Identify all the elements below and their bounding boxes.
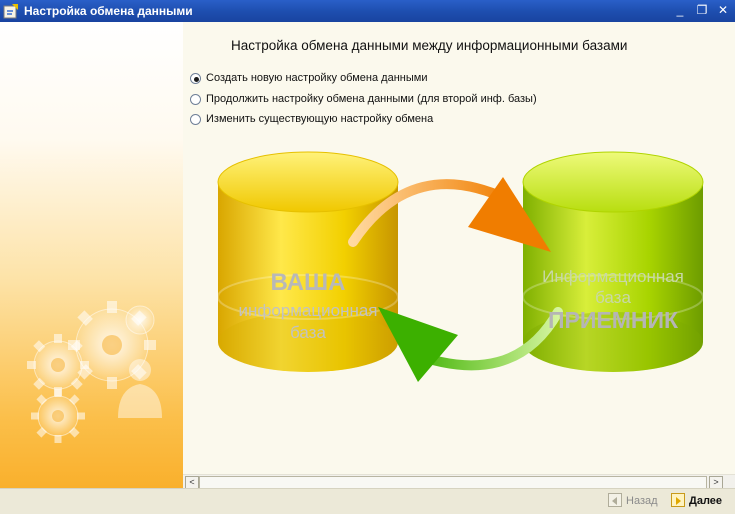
radio-button[interactable] [190, 94, 201, 105]
next-button[interactable]: Далее [671, 491, 731, 511]
source-db-title: ВАША [270, 269, 346, 296]
wizard-footer: Назад Далее [0, 488, 735, 514]
back-button[interactable]: Назад [608, 491, 660, 511]
radio-selected-dot [194, 77, 199, 82]
target-database-icon [522, 151, 704, 372]
option-label[interactable]: Изменить существующую настройку обмена [206, 113, 433, 125]
close-button[interactable]: ✕ [714, 2, 732, 19]
window-title: Настройка обмена данными [24, 4, 193, 18]
app-icon [3, 4, 18, 19]
page-title: Настройка обмена данными между информаци… [231, 38, 628, 53]
next-arrow-icon [671, 493, 685, 507]
back-label: Назад [626, 495, 658, 507]
target-db-title: Информационная [542, 267, 684, 286]
horizontal-scrollbar[interactable]: < > [183, 474, 735, 489]
radio-button[interactable] [190, 73, 201, 84]
wizard-sidebar [0, 22, 184, 488]
exchange-diagram: ВАША информационная база Информационная … [213, 147, 713, 387]
radio-button[interactable] [190, 114, 201, 125]
back-arrow-icon [608, 493, 622, 507]
target-db-caption: ПРИЕМНИК [547, 307, 679, 333]
option-label[interactable]: Продолжить настройку обмена данными (для… [206, 93, 537, 105]
next-label: Далее [689, 495, 723, 507]
option-label[interactable]: Создать новую настройку обмена данными [206, 72, 427, 84]
target-db-subtitle: база [595, 288, 631, 307]
gears-decoration-icon [27, 301, 162, 443]
wizard-content: Настройка обмена данными между информаци… [183, 22, 735, 474]
source-db-caption: база [290, 323, 326, 342]
restore-button[interactable]: ❐ [693, 2, 711, 19]
minimize-button[interactable]: _ [671, 2, 689, 19]
window-titlebar: Настройка обмена данными _ ❐ ✕ [0, 0, 735, 22]
source-db-subtitle: информационная [238, 301, 378, 320]
